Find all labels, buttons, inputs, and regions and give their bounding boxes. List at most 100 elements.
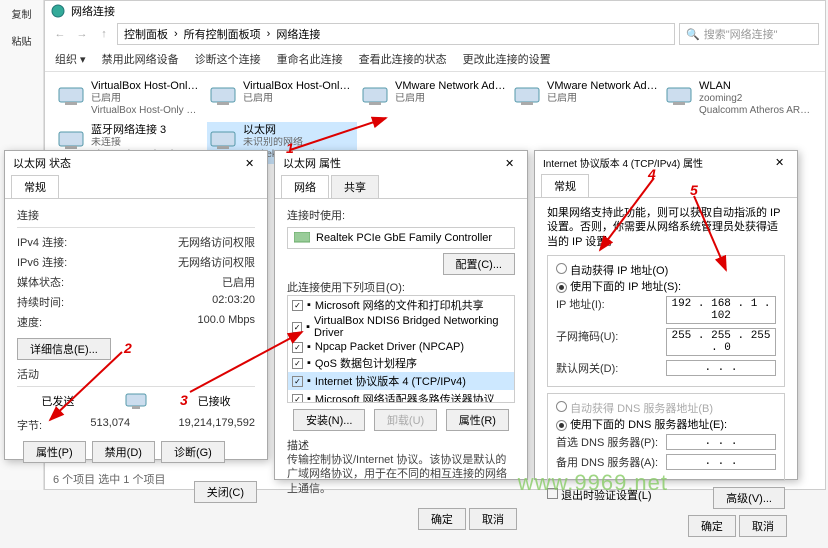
protocol-item[interactable]: ✓▪Microsoft 网络适配器多路传送器协议 <box>288 390 514 403</box>
recv-value: 19,214,179,592 <box>179 417 255 433</box>
ip-address-input[interactable]: 192 . 168 . 1 . 102 <box>666 296 776 324</box>
auto-ip-radio[interactable] <box>556 263 567 274</box>
ethernet-properties-dialog: 以太网 属性✕ 网络 共享 连接时使用: Realtek PCIe GbE Fa… <box>274 150 528 480</box>
media-value: 已启用 <box>222 274 255 290</box>
install-button[interactable]: 安装(N)... <box>293 409 365 431</box>
protocol-checkbox[interactable]: ✓ <box>292 300 303 311</box>
section-activity: 活动 <box>17 366 255 382</box>
uses-label: 此连接使用下列项目(O): <box>287 279 515 295</box>
tab-network[interactable]: 网络 <box>281 175 329 198</box>
protocol-item[interactable]: ✓▪Npcap Packet Driver (NPCAP) <box>288 340 514 354</box>
configure-button[interactable]: 配置(C)... <box>443 253 515 275</box>
ribbon-paste[interactable]: 粘贴 <box>0 27 43 54</box>
advanced-button[interactable]: 高级(V)... <box>713 487 785 509</box>
breadcrumb-item[interactable]: 网络连接 <box>276 26 320 42</box>
ok-button[interactable]: 确定 <box>418 508 466 530</box>
connection-item[interactable]: WLANzooming2Qualcomm Atheros AR9485W... <box>663 78 813 120</box>
connection-name: VMware Network Adapter VMnet1 <box>395 80 507 93</box>
diagnose-button[interactable]: 诊断(G) <box>161 441 225 463</box>
search-input[interactable]: 🔍 搜索"网络连接" <box>679 23 819 45</box>
protocol-list[interactable]: ✓▪Microsoft 网络的文件和打印机共享✓▪VirtualBox NDIS… <box>287 295 515 403</box>
gateway-input[interactable]: . . . <box>666 360 776 376</box>
adapter-name: Realtek PCIe GbE Family Controller <box>316 232 492 244</box>
network-adapter-icon <box>209 80 237 112</box>
connection-status: 已启用 <box>91 93 203 105</box>
dns2-input[interactable]: . . . <box>666 454 776 470</box>
dns1-label: 首选 DNS 服务器(P): <box>556 434 658 450</box>
protocol-label: QoS 数据包计划程序 <box>315 355 417 371</box>
breadcrumb-item[interactable]: 控制面板 <box>124 26 168 42</box>
validate-checkbox[interactable] <box>547 488 558 499</box>
protocol-label: VirtualBox NDIS6 Bridged Networking Driv… <box>314 315 510 339</box>
breadcrumb-item[interactable]: 所有控制面板项 <box>184 26 261 42</box>
connection-status: zooming2 <box>699 93 811 105</box>
toolbar-viewstatus[interactable]: 查看此连接的状态 <box>359 51 447 67</box>
protocol-checkbox[interactable]: ✓ <box>292 342 303 353</box>
ipv4-value: 无网络访问权限 <box>178 234 255 250</box>
ipv4-properties-dialog: Internet 协议版本 4 (TCP/IPv4) 属性✕ 常规 如果网络支持… <box>534 150 798 480</box>
connection-item[interactable]: VirtualBox Host-Only Network已启用VirtualBo… <box>55 78 205 120</box>
tab-general[interactable]: 常规 <box>11 175 59 198</box>
connection-item[interactable]: VMware Network Adapter VMnet8已启用 <box>511 78 661 120</box>
breadcrumb[interactable]: 控制面板 › 所有控制面板项 › 网络连接 <box>117 23 675 45</box>
protocol-checkbox[interactable]: ✓ <box>292 322 302 333</box>
connection-name: VMware Network Adapter VMnet8 <box>547 80 659 93</box>
recv-label: 已接收 <box>198 393 231 409</box>
dns2-label: 备用 DNS 服务器(A): <box>556 454 658 470</box>
protocol-checkbox[interactable]: ✓ <box>292 358 303 369</box>
item-properties-button[interactable]: 属性(R) <box>446 409 509 431</box>
properties-button[interactable]: 属性(P) <box>23 441 86 463</box>
connection-item[interactable]: VirtualBox Host-Only Network #2已启用 <box>207 78 357 120</box>
ok-button[interactable]: 确定 <box>688 515 736 537</box>
connection-device: 已启用 <box>547 93 659 105</box>
connection-name: VirtualBox Host-Only Network <box>91 80 203 93</box>
search-icon: 🔍 <box>686 28 700 41</box>
connection-name: VirtualBox Host-Only Network #2 <box>243 80 355 93</box>
connection-item[interactable]: VMware Network Adapter VMnet1已启用 <box>359 78 509 120</box>
uninstall-button[interactable]: 卸载(U) <box>374 409 437 431</box>
toolbar-disable[interactable]: 禁用此网络设备 <box>102 51 179 67</box>
protocol-icon: ▪ <box>307 341 311 353</box>
connection-status: 已启用 <box>243 93 355 105</box>
close-icon[interactable]: ✕ <box>505 157 519 170</box>
manual-ip-radio[interactable] <box>556 282 567 293</box>
nav-back-icon[interactable]: ← <box>51 25 69 43</box>
manual-ip-label: 使用下面的 IP 地址(S): <box>570 281 681 293</box>
tab-general[interactable]: 常规 <box>541 174 589 197</box>
ipv6-value: 无网络访问权限 <box>178 254 255 270</box>
toolbar-rename[interactable]: 重命名此连接 <box>277 51 343 67</box>
protocol-item[interactable]: ✓▪Internet 协议版本 4 (TCP/IPv4) <box>288 372 514 390</box>
sent-label: 已发送 <box>41 393 74 409</box>
close-icon[interactable]: ✕ <box>775 156 789 169</box>
toolbar-settings[interactable]: 更改此连接的设置 <box>463 51 551 67</box>
protocol-item[interactable]: ✓▪VirtualBox NDIS6 Bridged Networking Dr… <box>288 314 514 340</box>
details-button[interactable]: 详细信息(E)... <box>17 338 111 360</box>
nav-up-icon[interactable]: ↑ <box>95 25 113 43</box>
connection-name: WLAN <box>699 80 811 93</box>
subnet-input[interactable]: 255 . 255 . 255 . 0 <box>666 328 776 356</box>
auto-ip-label: 自动获得 IP 地址(O) <box>570 265 668 277</box>
bytes-label: 字节: <box>17 417 42 433</box>
tab-sharing[interactable]: 共享 <box>331 175 379 198</box>
toolbar-organize[interactable]: 组织 ▾ <box>55 51 86 67</box>
nav-fwd-icon[interactable]: → <box>73 25 91 43</box>
auto-dns-radio[interactable] <box>556 401 567 412</box>
protocol-label: Microsoft 网络适配器多路传送器协议 <box>315 391 495 403</box>
close-icon[interactable]: ✕ <box>245 157 259 170</box>
disable-button[interactable]: 禁用(D) <box>92 441 155 463</box>
section-connection: 连接 <box>17 207 255 223</box>
cancel-button[interactable]: 取消 <box>469 508 517 530</box>
cancel-button[interactable]: 取消 <box>739 515 787 537</box>
protocol-item[interactable]: ✓▪QoS 数据包计划程序 <box>288 354 514 372</box>
toolbar-diagnose[interactable]: 诊断这个连接 <box>195 51 261 67</box>
manual-dns-label: 使用下面的 DNS 服务器地址(E): <box>570 419 727 431</box>
globe-icon <box>51 4 65 18</box>
manual-dns-radio[interactable] <box>556 420 567 431</box>
ribbon-copy[interactable]: 复制 <box>0 0 43 27</box>
protocol-checkbox[interactable]: ✓ <box>292 376 303 387</box>
protocol-checkbox[interactable]: ✓ <box>292 394 303 404</box>
protocol-item[interactable]: ✓▪Microsoft 网络的文件和打印机共享 <box>288 296 514 314</box>
network-adapter-icon <box>513 80 541 112</box>
protocol-icon: ▪ <box>307 299 311 311</box>
dns1-input[interactable]: . . . <box>666 434 776 450</box>
